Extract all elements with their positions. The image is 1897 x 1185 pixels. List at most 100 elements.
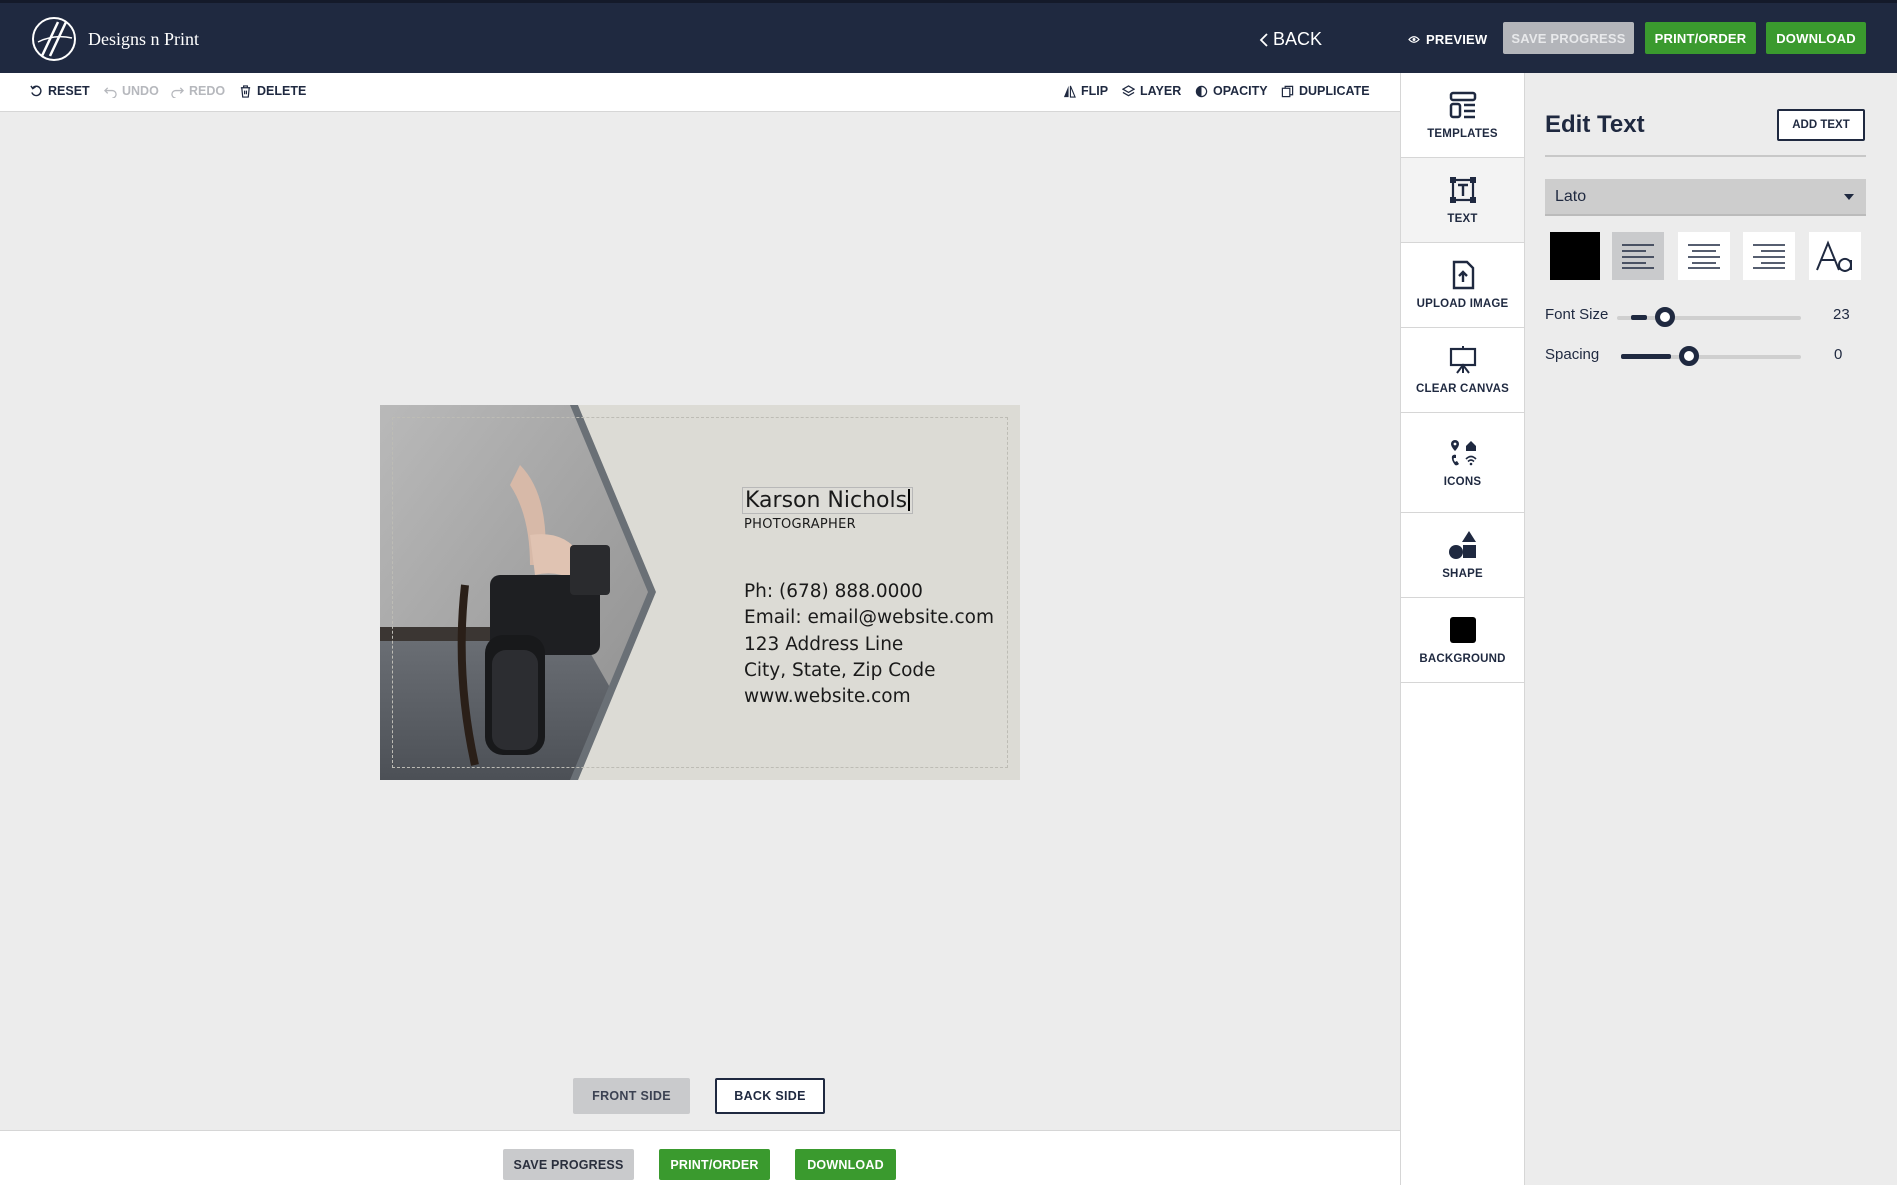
logo[interactable]: Designs n Print	[28, 16, 199, 62]
delete-button[interactable]: DELETE	[239, 84, 306, 98]
font-size-slider-thumb[interactable]	[1655, 307, 1675, 327]
layers-icon	[1122, 84, 1135, 96]
font-size-fill	[1631, 315, 1647, 320]
preview-button[interactable]: PREVIEW	[1408, 32, 1487, 47]
undo-icon	[104, 86, 117, 98]
clear-canvas-icon	[1449, 346, 1476, 374]
flip-button[interactable]: FLIP	[1063, 84, 1108, 98]
rail-item-text[interactable]: TEXT	[1401, 158, 1524, 243]
text-color-swatch[interactable]	[1550, 232, 1600, 280]
front-side-button[interactable]: FRONT SIDE	[573, 1078, 690, 1114]
spacing-label: Spacing	[1545, 346, 1600, 363]
rail-label-upload-image: UPLOAD IMAGE	[1416, 298, 1509, 310]
undo-button[interactable]: UNDO	[104, 84, 159, 98]
panel-divider	[1545, 155, 1866, 157]
download-button[interactable]: DOWNLOAD	[1766, 22, 1866, 54]
redo-label: REDO	[189, 84, 226, 98]
panel-title: Edit Text	[1545, 111, 1645, 138]
opacity-button[interactable]: OPACITY	[1195, 84, 1268, 98]
chevron-left-icon	[1259, 32, 1268, 47]
icons-icon	[1450, 439, 1477, 465]
align-center-icon	[1688, 244, 1720, 269]
rail-item-upload-image[interactable]: UPLOAD IMAGE	[1401, 243, 1524, 328]
bottom-download-button[interactable]: DOWNLOAD	[795, 1149, 896, 1180]
card-phone-text[interactable]: Ph: (678) 888.0000	[744, 581, 923, 602]
delete-label: DELETE	[257, 84, 307, 98]
shape-icon	[1448, 531, 1476, 559]
align-right-icon	[1753, 244, 1785, 269]
font-style-icon	[1816, 240, 1852, 272]
brand-name: Designs n Print	[88, 28, 200, 49]
reset-label: RESET	[48, 84, 90, 98]
rail-item-background[interactable]: BACKGROUND	[1401, 598, 1524, 683]
spacing-value: 0	[1834, 346, 1843, 363]
rail-label-clear-canvas: CLEAR CANVAS	[1416, 383, 1509, 395]
top-bar: Designs n Print BACK PREVIEW SAVE PROGRE…	[0, 0, 1897, 73]
back-label: BACK	[1273, 29, 1323, 49]
upload-image-icon	[1452, 260, 1474, 290]
card-title-text[interactable]: PHOTOGRAPHER	[744, 517, 856, 532]
background-icon	[1449, 617, 1476, 643]
bottom-save-progress-button[interactable]: SAVE PROGRESS	[503, 1149, 634, 1180]
rail-label-templates: TEMPLATES	[1427, 128, 1498, 140]
duplicate-icon	[1281, 85, 1294, 97]
bottom-print-order-button[interactable]: PRINT/ORDER	[659, 1149, 770, 1180]
card-city-text[interactable]: City, State, Zip Code	[744, 660, 936, 681]
align-left-button[interactable]	[1612, 232, 1664, 280]
add-text-button[interactable]: ADD TEXT	[1777, 109, 1865, 141]
chevron-divider	[570, 405, 666, 780]
trash-icon	[240, 84, 251, 98]
layer-button[interactable]: LAYER	[1122, 84, 1181, 98]
undo-label: UNDO	[122, 84, 159, 98]
spacing-fill	[1621, 354, 1671, 359]
opacity-label: OPACITY	[1213, 84, 1268, 98]
rail-item-shape[interactable]: SHAPE	[1401, 513, 1524, 598]
font-size-label: Font Size	[1545, 306, 1609, 323]
rail-label-background: BACKGROUND	[1419, 653, 1506, 665]
print-order-button[interactable]: PRINT/ORDER	[1645, 22, 1756, 54]
rail-label-shape: SHAPE	[1442, 568, 1483, 580]
bottom-action-bar: SAVE PROGRESS PRINT/ORDER DOWNLOAD	[0, 1130, 1400, 1185]
business-card-canvas[interactable]: Karson Nichols PHOTOGRAPHER Ph: (678) 88…	[380, 405, 1020, 780]
tool-rail: TEMPLATES TEXT UPLOAD IMAGE CLEAR CANVAS…	[1400, 73, 1525, 1185]
text-style-button[interactable]	[1809, 232, 1861, 280]
rail-item-clear-canvas[interactable]: CLEAR CANVAS	[1401, 328, 1524, 413]
card-email-text[interactable]: Email: email@website.com	[744, 607, 994, 628]
align-center-button[interactable]	[1678, 232, 1730, 280]
card-name-text[interactable]: Karson Nichols	[742, 487, 913, 514]
edit-toolbar: RESET UNDO REDO DELETE FLIP LAYER OPACIT…	[0, 73, 1400, 112]
font-family-value: Lato	[1555, 187, 1587, 205]
redo-icon	[171, 86, 184, 98]
card-website-text[interactable]: www.website.com	[744, 686, 911, 707]
font-size-value: 23	[1833, 306, 1850, 323]
eye-icon	[1408, 36, 1420, 43]
align-left-icon	[1622, 244, 1654, 269]
preview-label: PREVIEW	[1426, 32, 1488, 47]
back-button[interactable]: BACK	[1259, 29, 1322, 50]
rail-label-icons: ICONS	[1443, 475, 1482, 488]
templates-icon	[1449, 91, 1476, 119]
logo-icon	[32, 17, 76, 61]
layer-label: LAYER	[1140, 84, 1182, 98]
card-address-text[interactable]: 123 Address Line	[744, 634, 903, 655]
rail-label-text: TEXT	[1447, 213, 1478, 225]
chevron-down-icon	[1844, 194, 1854, 200]
rail-item-templates[interactable]: TEMPLATES	[1401, 73, 1524, 158]
flip-label: FLIP	[1081, 84, 1109, 98]
spacing-slider-thumb[interactable]	[1679, 346, 1699, 366]
opacity-icon	[1195, 85, 1208, 97]
edit-text-panel: Edit Text ADD TEXT Lato Font Size 23 Spa…	[1525, 73, 1897, 1185]
redo-button[interactable]: REDO	[171, 84, 225, 98]
font-family-select[interactable]: Lato	[1545, 179, 1866, 216]
rail-item-icons[interactable]: ICONS	[1401, 413, 1524, 513]
duplicate-label: DUPLICATE	[1299, 84, 1370, 98]
flip-icon	[1063, 85, 1076, 98]
align-right-button[interactable]	[1743, 232, 1795, 280]
reset-button[interactable]: RESET	[30, 84, 90, 98]
back-side-button[interactable]: BACK SIDE	[715, 1078, 825, 1114]
text-icon	[1449, 177, 1476, 203]
design-canvas-area: Karson Nichols PHOTOGRAPHER Ph: (678) 88…	[0, 112, 1400, 1130]
duplicate-button[interactable]: DUPLICATE	[1281, 84, 1370, 98]
reset-icon	[30, 85, 42, 96]
save-progress-button[interactable]: SAVE PROGRESS	[1503, 22, 1634, 54]
